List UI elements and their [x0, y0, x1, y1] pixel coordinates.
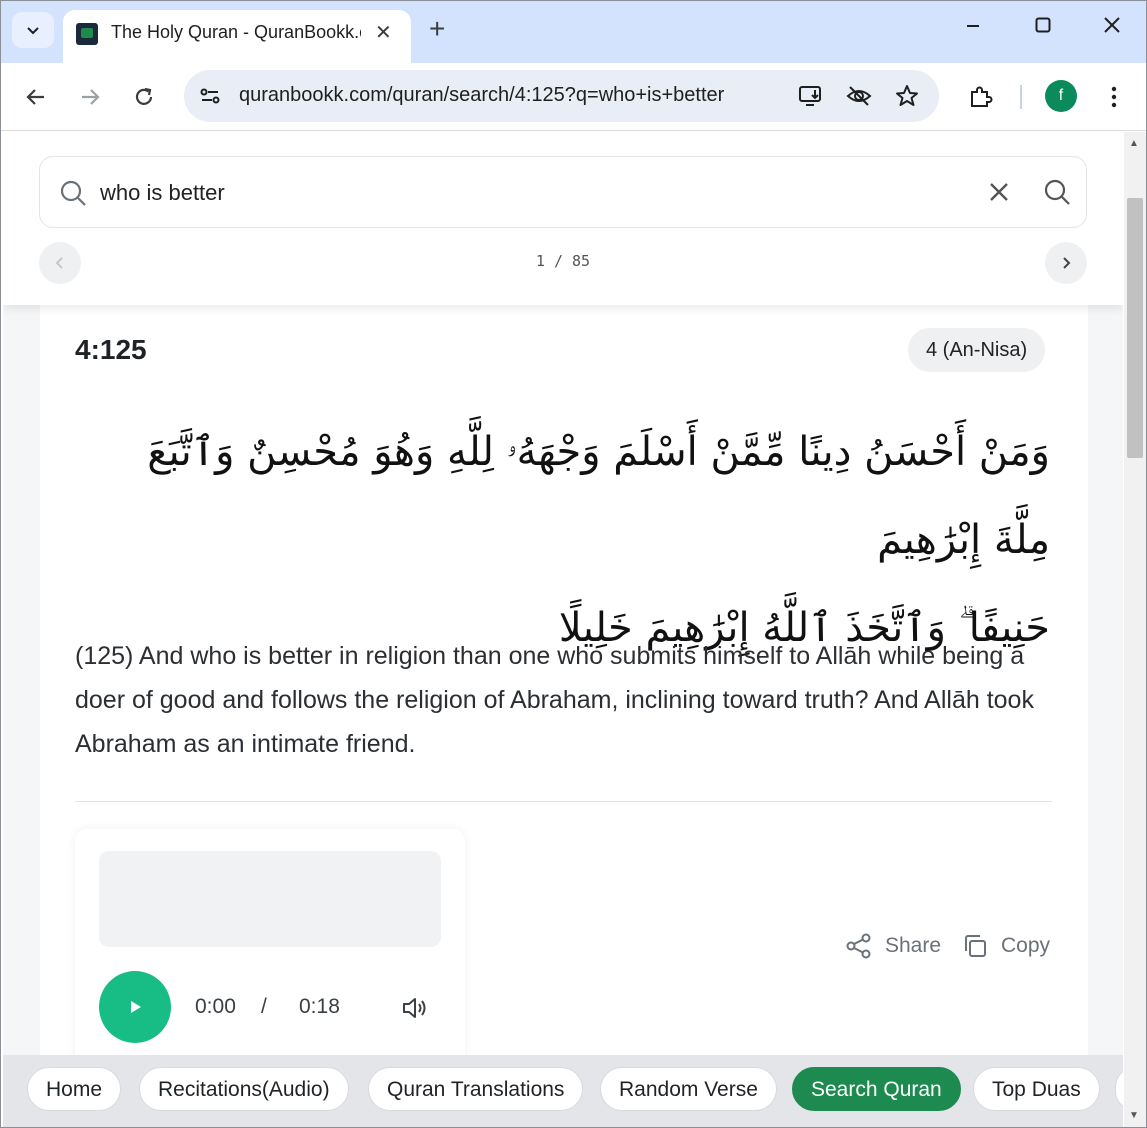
submit-search-icon[interactable]: [1042, 177, 1072, 207]
scroll-thumb[interactable]: [1127, 198, 1143, 458]
close-tab-icon[interactable]: ✕: [375, 20, 392, 45]
share-button[interactable]: Share: [845, 932, 941, 960]
toolbar-separator: [1020, 85, 1022, 109]
search-box: [39, 156, 1087, 228]
current-time: 0:00: [195, 995, 236, 1018]
back-button[interactable]: [19, 80, 53, 114]
chevron-right-icon: [1063, 257, 1071, 269]
copy-label: Copy: [1001, 934, 1051, 957]
tab-strip: The Holy Quran - QuranBookk.com ✕ +: [1, 1, 1146, 64]
close-window-icon[interactable]: [1102, 15, 1122, 41]
tab-search-button[interactable]: [12, 12, 54, 48]
share-icon: [846, 933, 871, 959]
minimize-icon[interactable]: [963, 15, 983, 41]
next-result-button[interactable]: [1045, 242, 1087, 284]
bookmark-star-icon[interactable]: [893, 82, 921, 110]
play-icon: [131, 1001, 141, 1013]
nav-overflow-pill[interactable]: [1115, 1067, 1123, 1111]
quran-favicon-icon: [76, 23, 98, 45]
address-bar[interactable]: quranbookk.com/quran/search/4:125?q=who+…: [184, 70, 939, 122]
browser-toolbar: quranbookk.com/quran/search/4:125?q=who+…: [1, 63, 1146, 131]
tab-title: The Holy Quran - QuranBookk.com: [111, 22, 361, 42]
scroll-up-icon[interactable]: ▲: [1129, 138, 1139, 149]
play-button[interactable]: [99, 971, 171, 1043]
copy-icon: [965, 935, 986, 957]
eye-slash-icon[interactable]: [845, 82, 873, 110]
reload-button[interactable]: [127, 80, 161, 114]
audio-player: 0:00 / 0:18: [75, 829, 465, 1089]
install-app-icon[interactable]: [797, 82, 825, 110]
duration: 0:18: [299, 995, 340, 1018]
arrow-left-icon: [26, 89, 44, 105]
arrow-right-icon: [82, 89, 100, 105]
new-tab-button[interactable]: +: [429, 15, 445, 43]
active-tab[interactable]: The Holy Quran - QuranBookk.com ✕: [63, 10, 411, 64]
surah-badge[interactable]: 4 (An-Nisa): [908, 328, 1046, 372]
result-pager: 1 / 85: [535, 252, 591, 270]
kebab-menu-icon: [1111, 86, 1117, 108]
url-text: quranbookk.com/quran/search/4:125?q=who+…: [239, 84, 725, 106]
page-viewport: 1 / 85 4:125 4 (An-Nisa) وَمَنْ أَحْسَنُ…: [3, 132, 1123, 1127]
extensions-button[interactable]: [963, 80, 997, 114]
reload-icon: [135, 87, 153, 105]
clear-search-icon[interactable]: [984, 177, 1014, 207]
maximize-icon[interactable]: [1033, 15, 1053, 41]
copy-button[interactable]: Copy: [961, 932, 1050, 960]
search-icon: [60, 180, 86, 206]
nav-home[interactable]: Home: [27, 1067, 122, 1111]
time-separator: /: [261, 995, 267, 1018]
search-input[interactable]: [100, 175, 960, 211]
verse-reference: 4:125: [75, 334, 147, 365]
nav-quran-translations[interactable]: Quran Translations: [368, 1067, 584, 1111]
arabic-line-1: وَمَنْ أَحْسَنُ دِينًا مِّمَّنْ أَسْلَمَ…: [147, 429, 1050, 563]
nav-search-quran[interactable]: Search Quran: [792, 1067, 961, 1111]
arabic-verse: وَمَنْ أَحْسَنُ دِينًا مِّمَّنْ أَسْلَمَ…: [110, 408, 1050, 672]
page-scrollbar[interactable]: ▲ ▼: [1124, 132, 1146, 1127]
verse-translation: (125) And who is better in religion than…: [75, 642, 1034, 758]
bottom-navigation: Home Recitations(Audio) Quran Translatio…: [3, 1055, 1123, 1127]
audio-waveform-placeholder: [99, 851, 441, 947]
nav-recitations[interactable]: Recitations(Audio): [139, 1067, 349, 1111]
site-settings-icon[interactable]: [198, 84, 222, 108]
puzzle-icon: [971, 86, 993, 107]
forward-button[interactable]: [73, 80, 107, 114]
share-label: Share: [885, 934, 942, 957]
divider: [75, 801, 1052, 802]
profile-avatar[interactable]: f: [1045, 80, 1077, 112]
nav-top-duas[interactable]: Top Duas: [973, 1067, 1100, 1111]
chevron-down-icon: [27, 27, 39, 35]
volume-icon[interactable]: [400, 993, 430, 1023]
search-panel: 1 / 85: [3, 132, 1123, 305]
nav-random-verse[interactable]: Random Verse: [600, 1067, 777, 1111]
browser-window: The Holy Quran - QuranBookk.com ✕ + qura…: [0, 0, 1147, 1128]
menu-button[interactable]: [1097, 80, 1131, 114]
scroll-down-icon[interactable]: ▼: [1129, 1110, 1139, 1121]
